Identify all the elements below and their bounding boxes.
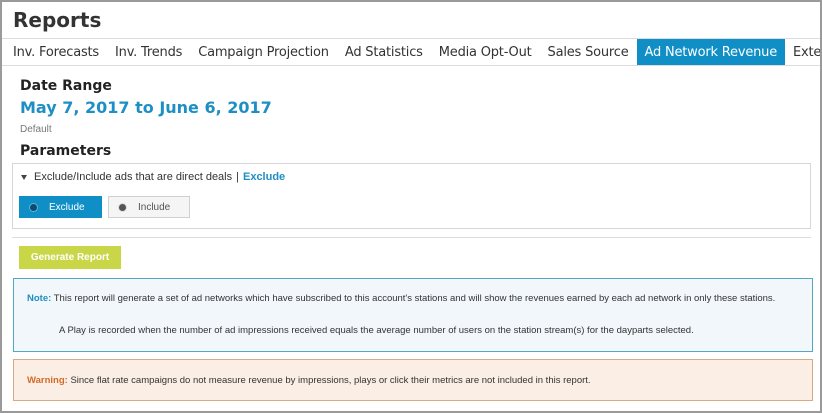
generate-report-button[interactable]: Generate Report bbox=[19, 246, 121, 269]
divider bbox=[12, 237, 811, 238]
caret-down-icon bbox=[21, 174, 27, 180]
warning-message: Since flat rate campaigns do not measure… bbox=[70, 375, 591, 386]
date-range-heading: Date Range bbox=[20, 78, 112, 94]
date-range-picker[interactable]: May 7, 2017 to June 6, 2017 bbox=[20, 98, 272, 117]
reports-panel: Reports Inv. Forecasts Inv. Trends Campa… bbox=[0, 0, 822, 413]
direct-deals-label: Exclude/Include ads that are direct deal… bbox=[34, 171, 233, 183]
note-line-2: A Play is recorded when the number of ad… bbox=[59, 325, 694, 336]
direct-deals-toggle[interactable]: Exclude/Include ads that are direct deal… bbox=[21, 171, 285, 183]
tab-inv-trends[interactable]: Inv. Trends bbox=[107, 39, 190, 65]
exclude-label: Exclude bbox=[49, 201, 85, 213]
report-tabs: Inv. Forecasts Inv. Trends Campaign Proj… bbox=[2, 39, 820, 66]
tab-ad-statistics[interactable]: Ad Statistics bbox=[337, 39, 431, 65]
parameters-heading: Parameters bbox=[20, 143, 112, 159]
tab-campaign-projection[interactable]: Campaign Projection bbox=[190, 39, 337, 65]
note-line-1: This report will generate a set of ad ne… bbox=[53, 293, 776, 304]
date-preset-label: Default bbox=[20, 124, 52, 135]
tab-sales-source[interactable]: Sales Source bbox=[540, 39, 637, 65]
page-header: Reports bbox=[2, 2, 820, 39]
page-title: Reports bbox=[13, 8, 102, 32]
tab-inv-forecasts[interactable]: Inv. Forecasts bbox=[2, 39, 107, 65]
tab-external-network[interactable]: External Network bbox=[785, 39, 820, 65]
radio-selected-icon bbox=[30, 203, 37, 211]
separator: | bbox=[236, 171, 239, 183]
warning-box: Warning: Since flat rate campaigns do no… bbox=[13, 359, 813, 401]
tab-ad-network-revenue[interactable]: Ad Network Revenue bbox=[636, 39, 785, 65]
note-box: Note: This report will generate a set of… bbox=[13, 278, 813, 352]
note-tag: Note: bbox=[27, 293, 52, 304]
direct-deals-parameter: Exclude/Include ads that are direct deal… bbox=[12, 163, 811, 229]
tab-media-opt-out[interactable]: Media Opt-Out bbox=[431, 39, 540, 65]
direct-deals-current-value: Exclude bbox=[242, 171, 286, 183]
warning-text: Warning: Since flat rate campaigns do no… bbox=[27, 375, 591, 386]
note-text: Note: This report will generate a set of… bbox=[27, 292, 787, 306]
include-label: Include bbox=[138, 201, 171, 213]
include-radio-button[interactable]: Include bbox=[108, 196, 190, 218]
warning-tag: Warning: bbox=[27, 375, 68, 386]
exclude-radio-button[interactable]: Exclude bbox=[19, 196, 102, 218]
radio-icon bbox=[119, 203, 126, 211]
